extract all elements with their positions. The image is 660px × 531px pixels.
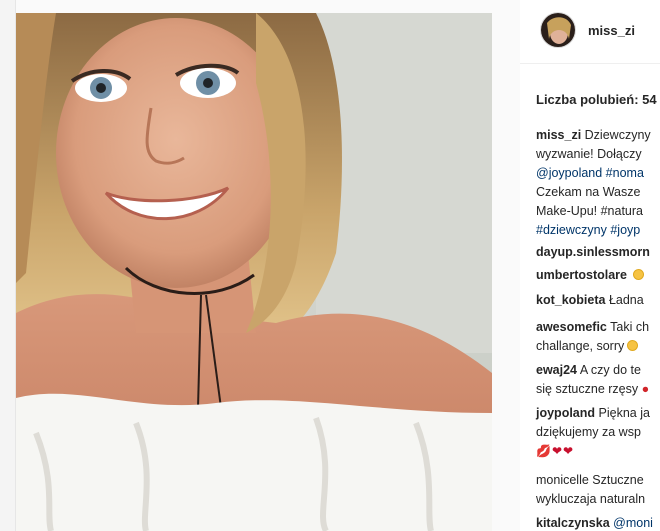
comment-text: Piękna ja [598, 406, 650, 420]
comment-username[interactable]: kitalczynska [536, 516, 610, 530]
comment-username[interactable]: ewaj24 [536, 363, 577, 377]
list-item: miss_zi Dziewczyny [536, 126, 651, 145]
comment-text: Ładna [608, 293, 644, 307]
comment-username[interactable]: joypoland [536, 406, 595, 420]
avatar-image [541, 13, 575, 47]
comment-line: Make-Upu! #natura [536, 204, 644, 218]
comment-line: się sztuczne rzęsy ● [536, 380, 649, 399]
comment-mention[interactable]: @moni [613, 516, 653, 530]
comment-text: Dziewczyny [584, 128, 651, 142]
selfie-image [16, 13, 492, 531]
comment-username[interactable]: monicelle [536, 473, 589, 487]
list-item: joypoland Piękna ja [536, 404, 650, 423]
comment-line: dziękujemy za wsp [536, 425, 641, 439]
comment-username[interactable]: miss_zi [536, 128, 581, 142]
comment-text: challange, sorry [536, 339, 625, 353]
list-item: kitalczynska @moni [536, 514, 653, 531]
list-item: monicelle Sztuczne [536, 471, 644, 490]
comment-username[interactable]: dayup.sinlessmorn [536, 245, 650, 259]
comment-username[interactable]: umbertostolare [536, 268, 627, 282]
list-item: umbertostolare [536, 266, 645, 285]
emoji-icon: ● [641, 382, 650, 396]
comment-line: Czekam na Wasze [536, 185, 641, 199]
comment-text: Taki ch [610, 320, 650, 334]
list-item: kot_kobieta Ładna [536, 291, 644, 310]
smiley-emoji-icon [633, 269, 645, 280]
post-photo[interactable] [16, 13, 492, 531]
likes-count[interactable]: Liczba polubień: 54 [536, 92, 657, 107]
left-edge [0, 0, 16, 531]
comment-line: challange, sorry [536, 337, 639, 356]
comment-username[interactable]: kot_kobieta [536, 293, 605, 307]
comment-hashtags[interactable]: @joypoland #noma [536, 164, 644, 183]
comment-hashtags[interactable]: #dziewczyny #joyp [536, 221, 640, 240]
smiley-emoji-icon [627, 340, 639, 351]
hearts-emoji-icon: 💋❤❤ [536, 444, 575, 458]
comment-username[interactable]: awesomefic [536, 320, 607, 334]
avatar[interactable] [540, 12, 576, 48]
list-item: dayup.sinlessmorn [536, 243, 650, 262]
comment-text: się sztuczne rzęsy [536, 382, 639, 396]
list-item: awesomefic Taki ch [536, 318, 649, 337]
post-modal: miss_zi Liczba polubień: 54 miss_zi Dzie… [0, 0, 660, 531]
post-sidebar: miss_zi Liczba polubień: 54 miss_zi Dzie… [520, 0, 660, 531]
comment-text: A czy do te [579, 363, 641, 377]
post-header: miss_zi [520, 0, 660, 64]
comment-text: Sztuczne [592, 473, 644, 487]
comment-line: wykluczaja naturaln [536, 492, 646, 506]
post-username[interactable]: miss_zi [588, 23, 635, 38]
list-item: ewaj24 A czy do te [536, 361, 641, 380]
comment-line: wyzwanie! Dołączy [536, 147, 642, 161]
